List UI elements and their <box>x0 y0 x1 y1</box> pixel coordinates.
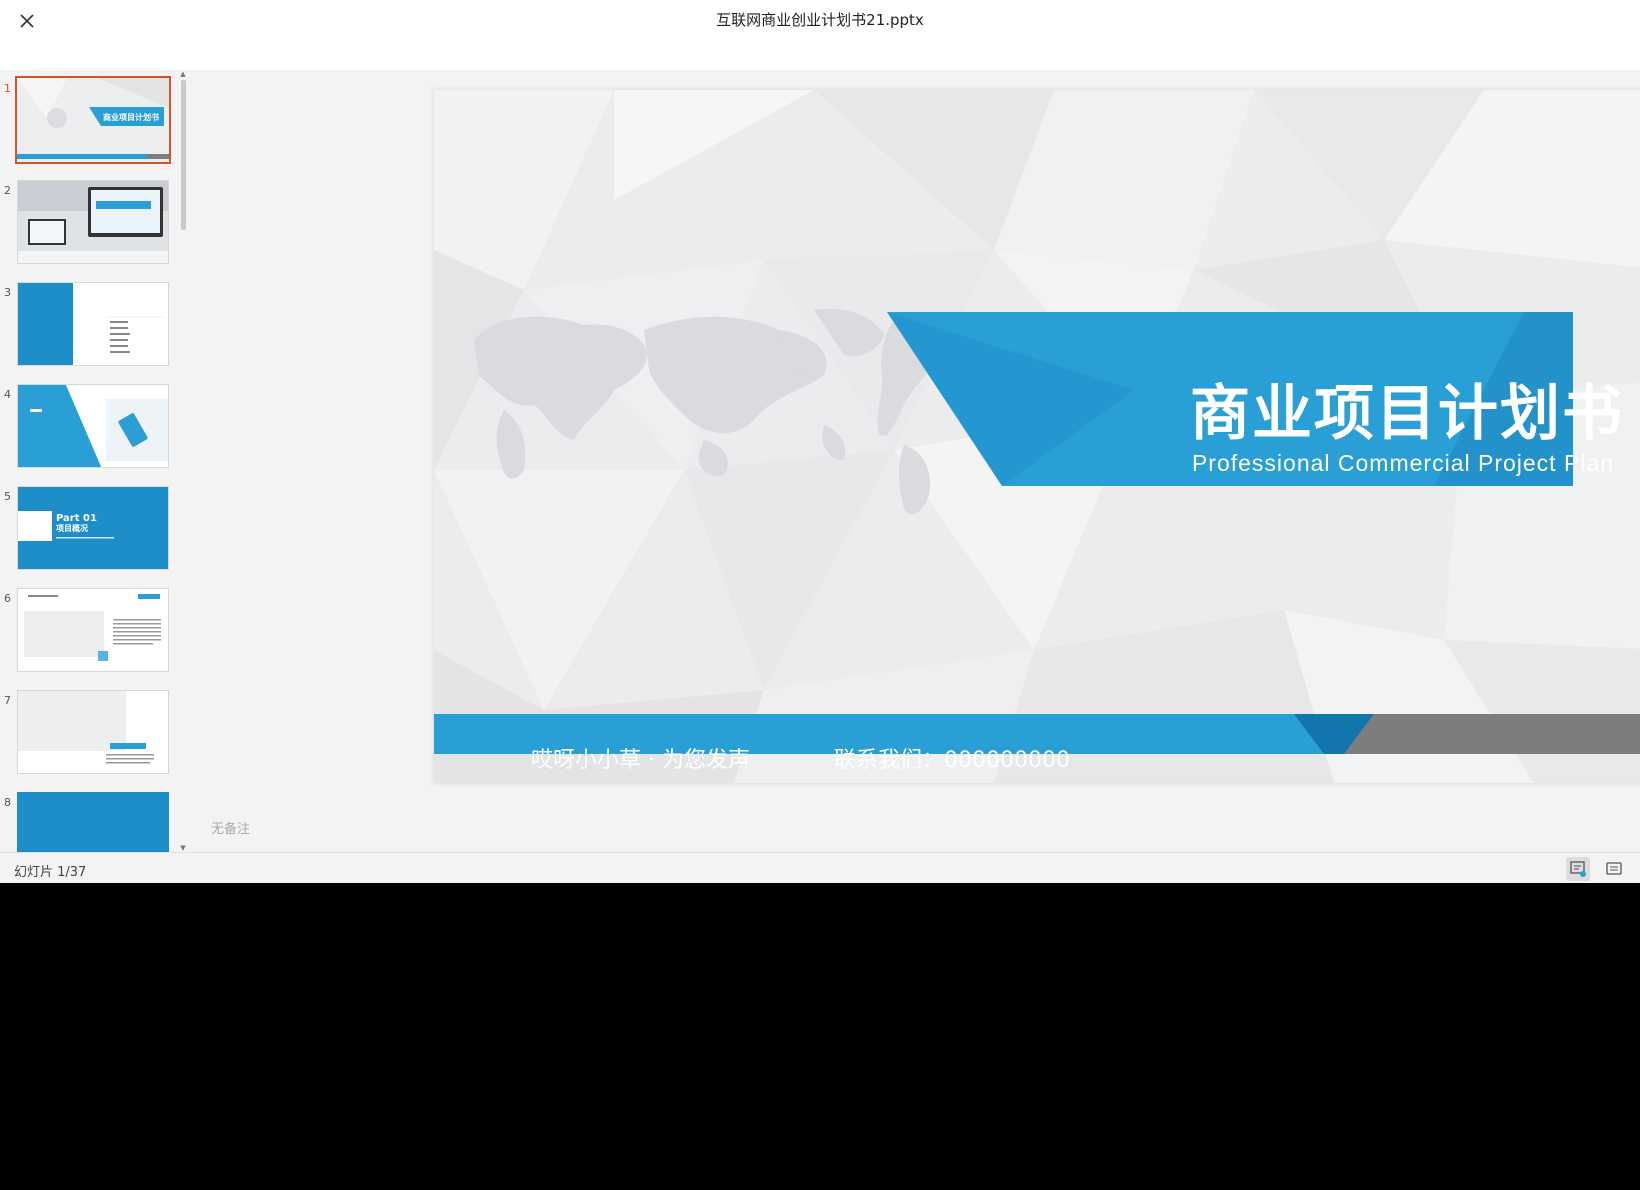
comment-view-button[interactable] <box>1602 857 1626 881</box>
thumbnail-slide-3-preview <box>18 283 168 365</box>
thumbnail-part-label: Part 01 <box>56 513 97 524</box>
thumbnail-row-1[interactable]: 1 商业项目计划书 <box>0 70 180 164</box>
thumbnail-number: 3 <box>4 286 11 299</box>
thumbnail-slide-8[interactable] <box>17 792 169 852</box>
thumbnail-row-2[interactable]: 2 <box>0 172 180 264</box>
current-slide[interactable]: 商业项目计划书 Professional Commercial Project … <box>434 90 1640 783</box>
thumbnail-slide-4-preview <box>18 385 168 467</box>
thumbnail-row-5[interactable]: 5 Part 01 项目概况 <box>0 478 180 570</box>
thumbnail-part-subtitle: 项目概况 <box>56 523 88 533</box>
document-title: 互联网商业创业计划书21.pptx <box>716 11 924 29</box>
thumbnail-row-3[interactable]: 3 <box>0 274 180 366</box>
thumbnail-number: 1 <box>4 82 11 95</box>
thumbnail-title-text: 商业项目计划书 <box>103 112 159 122</box>
thumbnail-row-6[interactable]: 6 <box>0 580 180 672</box>
thumbnail-scrollbar[interactable]: ▲ ▼ <box>179 70 187 852</box>
thumbnail-slide-4[interactable] <box>17 384 169 468</box>
thumbnail-number: 8 <box>4 796 11 809</box>
thumbnail-slide-6[interactable] <box>17 588 169 672</box>
slide-counter: 幻灯片 1/37 <box>14 865 87 880</box>
thumbnail-slide-7-preview <box>18 691 168 773</box>
slide-editor-area: 商业项目计划书 Professional Commercial Project … <box>190 70 1640 852</box>
scrollbar-thumb[interactable] <box>181 80 186 230</box>
slide-footer-contact: 联系我们：000000000 <box>834 748 1070 773</box>
thumbnail-number: 2 <box>4 184 11 197</box>
thumbnail-row-4[interactable]: 4 <box>0 376 180 468</box>
thumbnail-number: 6 <box>4 592 11 605</box>
thumbnail-number: 7 <box>4 694 11 707</box>
slide-notes-icon <box>1570 861 1586 877</box>
notes-view-button[interactable] <box>1566 857 1590 881</box>
thumbnail-slide-6-preview <box>18 589 168 671</box>
slide-footer-slogan: 哎呀小小草 · 为您发声 <box>531 748 750 773</box>
slide-thumbnail-panel: 1 商业项目计划书 2 3 4 5 Part 01 项目概况 6 7 8 <box>0 70 190 852</box>
thumbnail-slide-2-preview <box>18 181 168 263</box>
thumbnail-slide-3[interactable] <box>17 282 169 366</box>
thumbnail-row-7[interactable]: 7 <box>0 682 180 774</box>
status-bar: 幻灯片 1/37 <box>0 852 1640 883</box>
slide-subtitle: Professional Commercial Project Plan <box>1191 450 1614 476</box>
slide-title: 商业项目计划书 <box>1190 379 1624 449</box>
thumbnail-number: 4 <box>4 388 11 401</box>
thumbnail-number: 5 <box>4 490 11 503</box>
thumbnail-slide-1[interactable]: 商业项目计划书 <box>15 76 171 164</box>
speaker-notes[interactable]: 无备注 <box>211 818 250 837</box>
thumbnail-slide-1-preview: 商业项目计划书 <box>17 78 169 162</box>
scroll-down-arrow-icon[interactable]: ▼ <box>179 844 187 852</box>
thumbnail-slide-5-preview: Part 01 项目概况 <box>18 487 168 569</box>
comment-icon <box>1606 862 1622 875</box>
thumbnail-slide-2[interactable] <box>17 180 169 264</box>
title-bar: 互联网商业创业计划书21.pptx <box>0 0 1640 70</box>
thumbnail-slide-5[interactable]: Part 01 项目概况 <box>17 486 169 570</box>
thumbnail-slide-8-preview <box>18 793 168 852</box>
presentation-viewer: 互联网商业创业计划书21.pptx 1 商业项目计划书 2 3 4 5 Part… <box>0 0 1640 883</box>
thumbnail-row-8[interactable]: 8 <box>0 784 180 852</box>
scroll-up-arrow-icon[interactable]: ▲ <box>179 70 187 78</box>
thumbnail-slide-7[interactable] <box>17 690 169 774</box>
